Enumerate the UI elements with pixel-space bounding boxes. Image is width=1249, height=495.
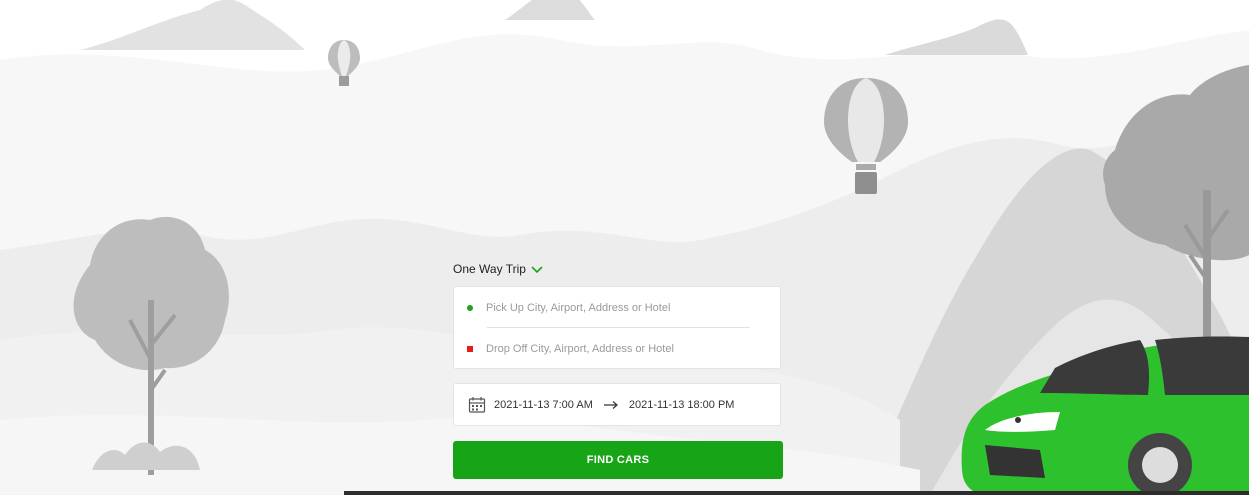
pickup-row [454, 288, 780, 328]
find-cars-button[interactable]: FIND CARS [453, 441, 783, 479]
trip-type-dropdown[interactable]: One Way Trip [453, 262, 544, 276]
location-divider [487, 327, 750, 328]
dropoff-location-input[interactable] [486, 343, 756, 355]
end-datetime: 2021-11-13 18:00 PM [628, 398, 735, 411]
dropoff-row [454, 329, 780, 369]
pickup-location-input[interactable] [486, 302, 756, 314]
mountain-top-right [885, 19, 1028, 55]
arrow-right-icon [603, 400, 618, 409]
red-square-icon [467, 346, 473, 352]
trip-type-label: One Way Trip [453, 262, 526, 276]
chevron-down-icon [531, 266, 543, 274]
calendar-icon [468, 396, 486, 413]
date-range-picker[interactable]: 2021-11-13 7:00 AM 2021-11-13 18:00 PM [453, 383, 781, 426]
mountain-top-left [80, 0, 305, 50]
start-datetime: 2021-11-13 7:00 AM [494, 398, 593, 411]
mountain-top-center [505, 0, 595, 20]
green-dot-icon [467, 305, 473, 311]
bottom-bar [344, 491, 1249, 495]
location-inputs [453, 286, 781, 369]
